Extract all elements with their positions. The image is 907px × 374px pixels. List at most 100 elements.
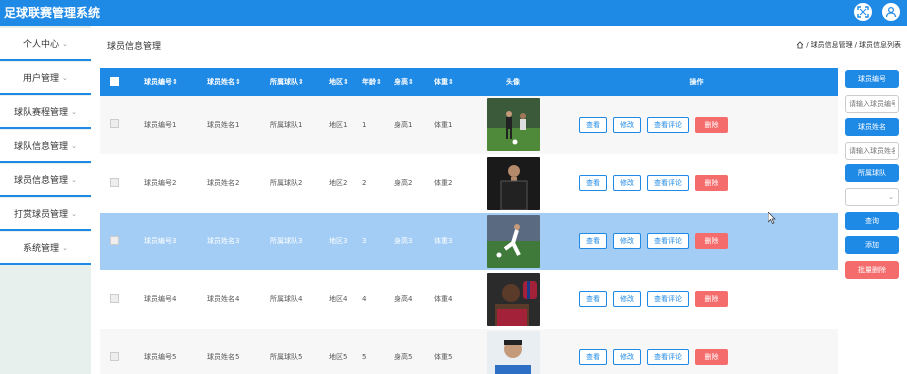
- breadcrumb-item[interactable]: 球员信息管理: [811, 40, 853, 50]
- user-icon[interactable]: [882, 3, 900, 21]
- search-button[interactable]: 查询: [845, 212, 899, 230]
- table-row[interactable]: 球员编号1 球员姓名1 所属球队1 地区1 1 身高1 体重1 查看 修改 查看…: [100, 96, 838, 154]
- cell-region: 地区4: [329, 295, 348, 303]
- edit-button[interactable]: 修改: [613, 175, 641, 191]
- cell-age: 2: [362, 179, 367, 187]
- sort-icon: ⇕: [343, 78, 349, 86]
- sidebar-item-players[interactable]: 球员信息管理 ⌄: [0, 164, 91, 197]
- sidebar-item-users[interactable]: 用户管理 ⌄: [0, 62, 91, 95]
- sidebar-item-system[interactable]: 系统管理 ⌄: [0, 232, 91, 265]
- cell-region: 地区3: [329, 237, 348, 245]
- cell-player-no: 球员编号5: [144, 353, 177, 361]
- add-button[interactable]: 添加: [845, 236, 899, 254]
- cell-team: 所属球队3: [270, 237, 303, 245]
- cell-player-no: 球员编号1: [144, 120, 177, 129]
- view-button[interactable]: 查看: [579, 175, 607, 191]
- sidebar: 个人中心 ⌄ 用户管理 ⌄ 球队赛程管理 ⌄ 球队信息管理 ⌄ 球员信息管理 ⌄ 打赏球员…: [0, 26, 91, 374]
- col-player-name[interactable]: 球员姓名⇕: [203, 68, 266, 96]
- delete-button[interactable]: 删除: [695, 175, 728, 191]
- view-button[interactable]: 查看: [579, 291, 607, 307]
- fullscreen-icon[interactable]: [854, 3, 872, 21]
- home-icon[interactable]: [796, 41, 804, 49]
- sort-icon: ⇕: [376, 78, 382, 86]
- col-ops: 操作: [689, 78, 704, 86]
- sidebar-item-teams[interactable]: 球队信息管理 ⌄: [0, 130, 91, 163]
- cell-player-name: 球员姓名1: [207, 120, 240, 129]
- view-comments-button[interactable]: 查看评论: [647, 175, 689, 191]
- table-header: 球员编号⇕ 球员姓名⇕ 所属球队⇕ 地区⇕ 年龄⇕ 身高⇕ 体重⇕ 头像 操作: [100, 68, 838, 96]
- cell-player-no: 球员编号2: [144, 179, 177, 187]
- cell-player-no: 球员编号3: [144, 237, 177, 245]
- row-checkbox[interactable]: [110, 235, 119, 245]
- view-comments-button[interactable]: 查看评论: [647, 233, 689, 249]
- chevron-down-icon: ⌄: [62, 73, 68, 82]
- cell-height: 身高4: [394, 295, 413, 303]
- row-checkbox[interactable]: [110, 119, 119, 129]
- chevron-down-icon: ⌄: [888, 193, 894, 201]
- view-comments-button[interactable]: 查看评论: [647, 116, 689, 133]
- team-label: 所属球队: [845, 164, 899, 182]
- row-checkbox[interactable]: [110, 293, 119, 303]
- cell-player-name: 球员姓名3: [207, 237, 240, 245]
- cell-team: 所属球队5: [270, 353, 303, 361]
- cell-age: 3: [362, 237, 367, 245]
- table-row[interactable]: 球员编号2 球员姓名2 所属球队2 地区2 2 身高2 体重2 查看 修改 查看…: [100, 154, 838, 212]
- team-select[interactable]: ⌄: [845, 188, 899, 206]
- sort-icon: ⇕: [408, 78, 414, 86]
- view-comments-button[interactable]: 查看评论: [647, 349, 689, 365]
- sidebar-item-schedule[interactable]: 球队赛程管理 ⌄: [0, 96, 91, 129]
- delete-button[interactable]: 删除: [695, 233, 728, 249]
- table-row[interactable]: 球员编号5 球员姓名5 所属球队5 地区5 5 身高5 体重5 查看 修改 查看…: [100, 328, 838, 374]
- page-title: 球员信息管理: [107, 42, 162, 52]
- player-no-label: 球员编号: [845, 70, 899, 88]
- sidebar-item-personal-center[interactable]: 个人中心 ⌄: [0, 28, 91, 61]
- col-weight[interactable]: 体重⇕: [430, 68, 471, 96]
- cell-region: 地区5: [329, 353, 348, 361]
- edit-button[interactable]: 修改: [613, 291, 641, 307]
- row-checkbox[interactable]: [110, 177, 119, 187]
- chevron-down-icon: ⌄: [71, 175, 77, 184]
- delete-button[interactable]: 删除: [695, 349, 728, 365]
- col-age[interactable]: 年龄⇕: [358, 68, 390, 96]
- cell-weight: 体重3: [434, 237, 453, 245]
- delete-button[interactable]: 删除: [695, 291, 728, 307]
- edit-button[interactable]: 修改: [613, 233, 641, 249]
- players-table: 球员编号⇕ 球员姓名⇕ 所属球队⇕ 地区⇕ 年龄⇕ 身高⇕ 体重⇕ 头像 操作 …: [100, 68, 838, 374]
- player-avatar: [486, 214, 540, 268]
- cell-region: 地区2: [329, 179, 348, 187]
- cell-weight: 体重1: [434, 120, 453, 129]
- cell-team: 所属球队2: [270, 179, 303, 187]
- cell-player-name: 球员姓名2: [207, 179, 240, 187]
- table-row[interactable]: 球员编号4 球员姓名4 所属球队4 地区4 4 身高4 体重4 查看 修改 查看…: [100, 270, 838, 328]
- table-row[interactable]: 球员编号3 球员姓名3 所属球队3 地区3 3 身高3 体重3 查看 修改 查看…: [100, 212, 838, 270]
- sort-icon: ⇕: [448, 78, 454, 86]
- batch-delete-button[interactable]: 批量删除: [845, 261, 899, 279]
- col-region[interactable]: 地区⇕: [325, 68, 358, 96]
- view-button[interactable]: 查看: [579, 233, 607, 249]
- delete-button[interactable]: 删除: [695, 116, 728, 133]
- view-comments-button[interactable]: 查看评论: [647, 291, 689, 307]
- mouse-cursor-icon: [768, 212, 776, 224]
- cell-weight: 体重2: [434, 179, 453, 187]
- player-no-input[interactable]: [845, 95, 899, 113]
- edit-button[interactable]: 修改: [613, 349, 641, 365]
- select-all-checkbox[interactable]: [110, 76, 119, 86]
- sidebar-item-rewards[interactable]: 打赏球员管理 ⌄: [0, 198, 91, 231]
- player-name-input[interactable]: [845, 142, 899, 160]
- player-avatar: [486, 330, 540, 374]
- cell-height: 身高5: [394, 353, 413, 361]
- view-button[interactable]: 查看: [579, 349, 607, 365]
- col-team[interactable]: 所属球队⇕: [266, 68, 325, 96]
- top-bar: 足球联赛管理系统: [0, 0, 907, 26]
- edit-button[interactable]: 修改: [613, 116, 641, 133]
- chevron-down-icon: ⌄: [62, 243, 68, 252]
- col-height[interactable]: 身高⇕: [390, 68, 430, 96]
- sort-icon: ⇕: [298, 78, 304, 86]
- cell-height: 身高1: [394, 120, 413, 129]
- breadcrumb-bar: 球员信息管理 / 球员信息管理 / 球员信息列表: [91, 26, 907, 64]
- col-player-no[interactable]: 球员编号⇕: [140, 68, 203, 96]
- row-checkbox[interactable]: [110, 351, 119, 361]
- cell-height: 身高2: [394, 179, 413, 187]
- view-button[interactable]: 查看: [579, 116, 607, 133]
- chevron-down-icon: ⌄: [62, 39, 68, 48]
